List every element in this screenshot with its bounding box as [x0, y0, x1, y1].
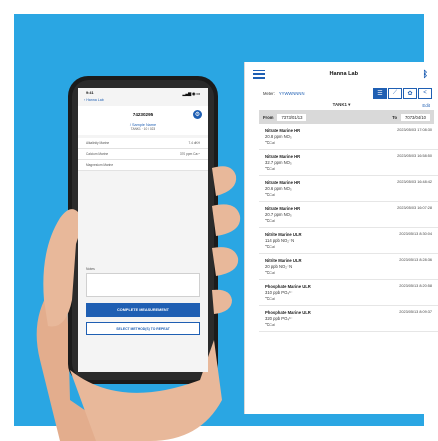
- method-list: Alkalinity Marine 7.4 dKH Calcium Marine…: [78, 138, 208, 171]
- complete-measurement-button[interactable]: COMPLETE MEASUREMENT: [86, 303, 200, 317]
- method-value: 7.4 dKH: [188, 141, 200, 145]
- notes-label: Notes: [86, 267, 95, 271]
- sample-info: / Sample Name TANK1 · 10 / 023: [78, 122, 208, 135]
- finger-shape: [212, 166, 237, 196]
- finger-shape: [212, 247, 239, 276]
- finger-shape: [212, 204, 241, 236]
- hand-holding-phone-illustration: [36, 76, 241, 441]
- method-row[interactable]: Magnesium Marine: [78, 160, 208, 171]
- status-time: 9:41: [86, 91, 94, 95]
- finger-shape: [212, 289, 232, 314]
- method-label: Magnesium Marine: [86, 163, 114, 167]
- method-value: 370 ppm Ca²⁺: [179, 152, 200, 156]
- back-link[interactable]: ‹ Hanna Lab: [78, 98, 208, 106]
- sample-code-row: 74230295 ⚙: [78, 106, 208, 122]
- sample-subtitle: TANK1 · 10 / 023: [130, 127, 156, 131]
- status-icons: ▂▄▆ ◉ ▭: [182, 91, 200, 96]
- gear-icon[interactable]: ⚙: [193, 109, 202, 119]
- method-row[interactable]: Calcium Marine 370 ppm Ca²⁺: [78, 149, 208, 160]
- method-label: Alkalinity Marine: [86, 141, 110, 145]
- sample-code: 74230295: [132, 111, 154, 117]
- method-label: Calcium Marine: [86, 152, 109, 156]
- select-methods-button[interactable]: SELECT METHOD(S) TO REPEAT: [86, 322, 200, 335]
- notes-input[interactable]: [86, 273, 200, 297]
- method-row[interactable]: Alkalinity Marine 7.4 dKH: [78, 138, 208, 149]
- status-bar: 9:41 ▂▄▆ ◉ ▭: [78, 88, 208, 98]
- phone-screen: 9:41 ▂▄▆ ◉ ▭ ‹ Hanna Lab 74230295 ⚙ / Sa…: [78, 88, 208, 372]
